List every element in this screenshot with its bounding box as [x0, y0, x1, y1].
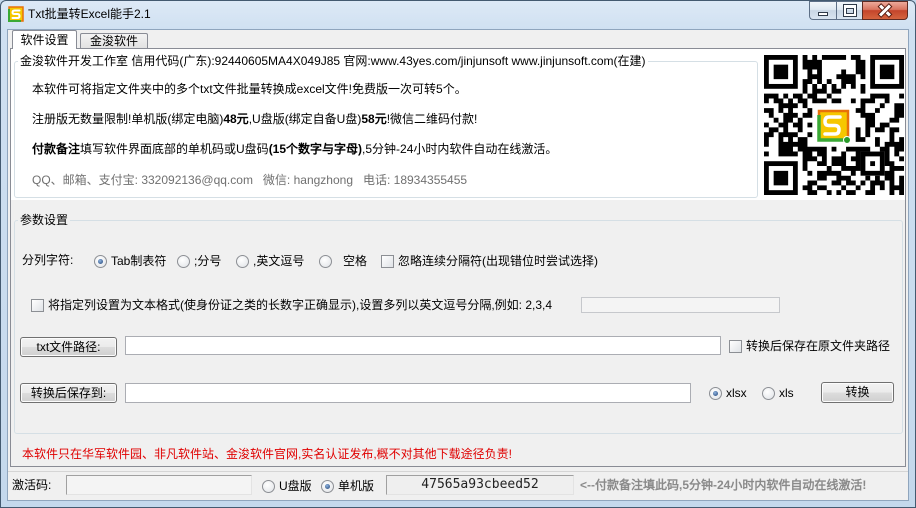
distribution-notice: 本软件只在华军软件园、非凡软件站、金浚软件官网,实名认证发布,概不对其他下载途径… — [22, 447, 513, 461]
maximize-icon — [844, 5, 856, 16]
delimiter-space-radio[interactable] — [319, 254, 332, 268]
save-in-source-option[interactable]: 转换后保存在原文件夹路径 — [729, 339, 890, 353]
qr-finder-bottom-left-core — [773, 170, 789, 186]
text-columns-option[interactable]: 将指定列设置为文本格式(使身份证之类的长数字正确显示),设置多列以英文逗号分隔,… — [31, 298, 552, 312]
format-xlsx-radio[interactable] — [709, 386, 722, 400]
desktop-edition-price: 48元 — [223, 112, 249, 126]
edition-usb-label: U盘版 — [279, 479, 312, 493]
save-to-button-label: 转换后保存到: — [30, 386, 107, 400]
delimiter-tab-label: Tab制表符 — [111, 254, 167, 268]
edition-usb-radio[interactable] — [262, 479, 275, 493]
info-line-contact: QQ、邮箱、支付宝: 332092136@qq.com 微信: hangzhon… — [32, 173, 468, 187]
edition-desktop-label: 单机版 — [338, 479, 375, 493]
tab-jinjun-software[interactable]: 金浚软件 — [80, 33, 148, 48]
delimiter-option-tab[interactable]: Tab制表符 — [94, 254, 166, 268]
text-columns-label: 将指定列设置为文本格式(使身份证之类的长数字正确显示),设置多列以英文逗号分隔,… — [48, 298, 553, 312]
payment-note-label: 付款备注 — [32, 142, 81, 156]
tab-label: 金浚软件 — [89, 34, 138, 48]
qr-finder-top-right-core — [879, 64, 895, 80]
txt-path-input[interactable] — [125, 336, 721, 355]
txt-path-button-label: txt文件路径: — [36, 340, 101, 354]
qr-alignment-core — [870, 161, 876, 167]
machine-code-field[interactable]: 47565a93cbeed52 — [386, 475, 574, 495]
delimiter-comma-label: ,英文逗号 — [253, 254, 305, 268]
format-xls-radio[interactable] — [762, 386, 775, 400]
params-group-title: 参数设置 — [18, 213, 71, 227]
activation-label: 激活码: — [12, 478, 52, 492]
save-in-source-label: 转换后保存在原文件夹路径 — [746, 339, 891, 353]
pricing-text-1: 注册版无数量限制!单机版(绑定电脑) — [32, 112, 224, 126]
delimiter-space-label: 空格 — [343, 254, 368, 268]
format-option-xlsx[interactable]: xlsx — [709, 386, 747, 400]
qr-code — [764, 55, 904, 195]
delimiter-tab-radio[interactable] — [94, 254, 107, 268]
close-icon — [879, 5, 891, 17]
save-to-button[interactable]: 转换后保存到: — [20, 383, 117, 403]
delimiter-label: 分列字符: — [22, 253, 74, 267]
maximize-button[interactable] — [836, 1, 862, 20]
edition-option-desktop[interactable]: 单机版 — [321, 479, 374, 493]
payment-note-text-2: ,5分钟-24小时内软件自动在线激活。 — [362, 142, 558, 156]
qr-logo-dot — [843, 136, 851, 144]
tab-software-settings[interactable]: 软件设置 — [12, 30, 77, 49]
save-in-source-checkbox[interactable] — [729, 339, 742, 353]
info-line-pricing: 注册版无数量限制!单机版(绑定电脑)48元,U盘版(绑定自备U盘)58元!微信二… — [32, 112, 477, 126]
text-columns-input[interactable] — [581, 297, 780, 313]
app-logo-icon[interactable] — [8, 6, 24, 22]
pricing-text-3: !微信二维码付款! — [386, 112, 478, 126]
qr-finder-top-left-core — [773, 64, 789, 80]
ignore-consecutive-option[interactable]: 忽略连续分隔符(出现错位时尝试选择) — [381, 254, 598, 268]
minimize-icon — [818, 12, 828, 16]
payment-note-text-1: 填写软件界面底部的单机码或U盘码 — [80, 142, 269, 156]
txt-path-button[interactable]: txt文件路径: — [20, 337, 117, 357]
convert-button-label: 转换 — [845, 385, 870, 399]
code-length-note: (15个数字与字母) — [268, 142, 363, 156]
format-xlsx-label: xlsx — [726, 386, 747, 400]
delimiter-option-semicolon[interactable]: ;分号 — [177, 254, 221, 268]
machine-code-hint: <--付款备注填此码,5分钟-24小时内软件自动在线激活! — [580, 478, 867, 492]
window-title: Txt批量转Excel能手2.1 — [28, 7, 151, 21]
edition-option-usb[interactable]: U盘版 — [262, 479, 312, 493]
minimize-button[interactable] — [809, 1, 836, 20]
activation-code-input[interactable] — [66, 475, 252, 495]
qr-center-logo-icon — [815, 107, 853, 145]
ignore-consecutive-label: 忽略连续分隔符(出现错位时尝试选择) — [398, 254, 598, 268]
info-group-title: 金浚软件开发工作室 信用代码(广东):92440605MA4X049J85 官网… — [18, 54, 648, 68]
delimiter-semicolon-radio[interactable] — [177, 254, 190, 268]
format-option-xls[interactable]: xls — [762, 386, 794, 400]
tab-label: 软件设置 — [20, 33, 69, 47]
usb-edition-price: 58元 — [361, 112, 387, 126]
info-line-payment-note: 付款备注填写软件界面底部的单机码或U盘码(15个数字与字母),5分钟-24小时内… — [32, 142, 557, 156]
delimiter-comma-radio[interactable] — [236, 254, 249, 268]
save-to-input[interactable] — [125, 383, 691, 403]
delimiter-option-space[interactable]: 空格 — [319, 254, 367, 268]
info-line-description: 本软件可将指定文件夹中的多个txt文件批量转换成excel文件!免费版一次可转5… — [32, 82, 467, 96]
close-button[interactable] — [862, 1, 908, 20]
ignore-consecutive-checkbox[interactable] — [381, 254, 394, 268]
delimiter-semicolon-label: ;分号 — [194, 254, 222, 268]
format-xls-label: xls — [779, 386, 794, 400]
edition-desktop-radio[interactable] — [321, 479, 334, 493]
convert-button[interactable]: 转换 — [821, 382, 894, 403]
app-logo-graphic — [8, 6, 24, 22]
delimiter-option-comma[interactable]: ,英文逗号 — [236, 254, 304, 268]
pricing-text-2: ,U盘版(绑定自备U盘) — [248, 112, 362, 126]
text-columns-checkbox[interactable] — [31, 298, 44, 312]
